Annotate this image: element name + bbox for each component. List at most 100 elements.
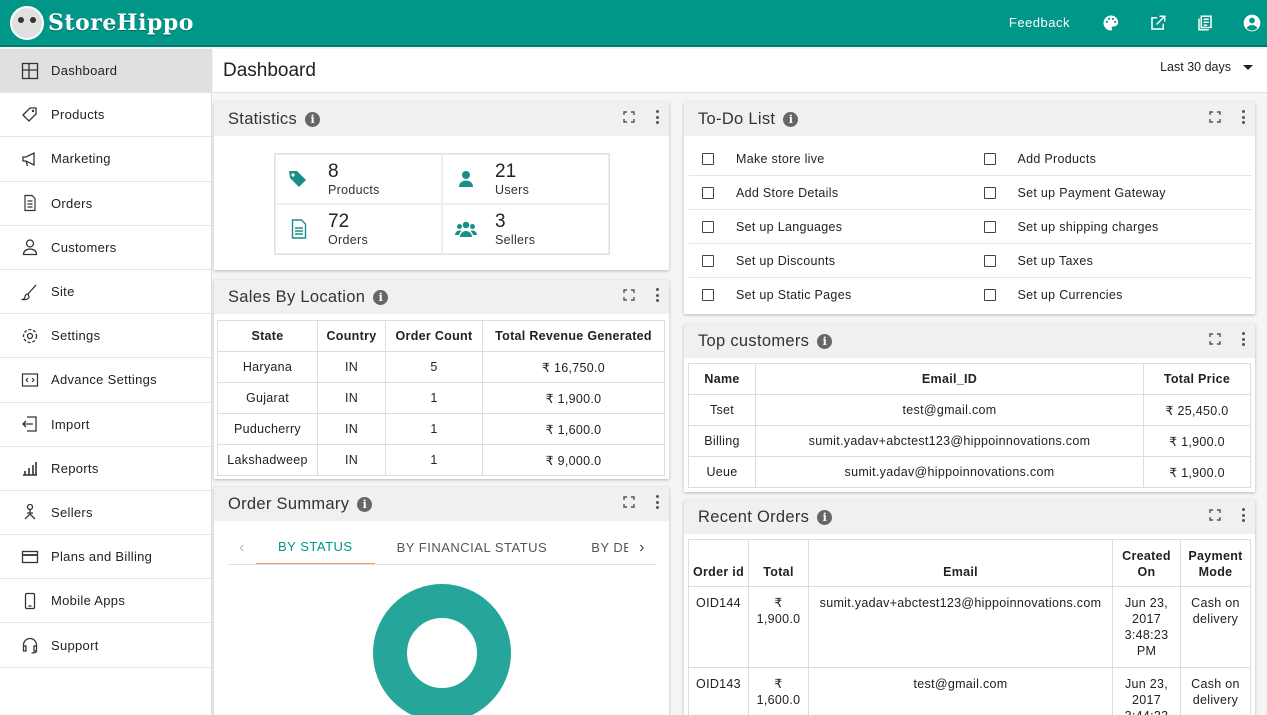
todo-item[interactable]: Set up Currencies — [971, 278, 1253, 312]
checkbox[interactable] — [983, 152, 996, 165]
sidebar-item-reports[interactable]: Reports — [0, 447, 211, 491]
docs-icon[interactable] — [1194, 12, 1216, 34]
todo-item[interactable]: Set up Taxes — [970, 244, 1252, 278]
todo-item[interactable]: Set up Static Pages — [689, 278, 971, 312]
table-row[interactable]: Tset test@gmail.com ₹ 25,450.0 — [688, 394, 1251, 426]
sidebar-item-marketing[interactable]: Marketing — [0, 137, 211, 182]
sidebar-item-label: Site — [51, 284, 75, 300]
sidebar-item-label: Marketing — [51, 151, 111, 167]
fullscreen-icon[interactable] — [1209, 333, 1221, 345]
table-row[interactable]: OID144 ₹ 1,900.0 sumit.yadav+abctest123@… — [688, 586, 1251, 668]
recent-orders-card: Recent Orders i Order id Total Email Cre… — [684, 500, 1255, 715]
stat-value: 8 — [328, 161, 339, 182]
tab-by-financial-status[interactable]: BY FINANCIAL STATUS — [375, 531, 570, 564]
sidebar-item-dashboard[interactable]: Dashboard — [0, 49, 211, 94]
feedback-link[interactable]: Feedback — [1009, 15, 1070, 30]
stat-sellers[interactable]: 3 Sellers — [442, 204, 609, 254]
checkbox[interactable] — [983, 289, 996, 301]
table-row[interactable]: Ueue sumit.yadav@hippoinnovations.com ₹ 1,… — [688, 456, 1251, 488]
sidebar-item-site[interactable]: Site — [0, 270, 211, 315]
sidebar-item-support[interactable]: Support — [0, 623, 211, 668]
stat-products[interactable]: 8 Products — [275, 154, 442, 204]
more-vert-icon[interactable] — [655, 110, 659, 124]
top-bar: StoreHippo Feedback — [0, 0, 1267, 47]
card-title: Order Summary — [228, 494, 350, 513]
info-icon[interactable]: i — [357, 496, 373, 512]
more-vert-icon[interactable] — [1241, 332, 1245, 346]
sidebar: Dashboard Products Marketing Orders Cust… — [0, 49, 212, 715]
todo-label: Set up Payment Gateway — [1017, 185, 1166, 200]
more-vert-icon[interactable] — [1241, 110, 1245, 124]
info-icon[interactable]: i — [373, 289, 389, 305]
table-cell: Jun 23, 2017 3:48:23 PM — [1112, 586, 1181, 668]
todo-label: Set up shipping charges — [1017, 219, 1159, 234]
checkbox[interactable] — [702, 186, 714, 199]
column-header: Payment Mode — [1180, 539, 1251, 587]
checkbox[interactable] — [702, 289, 714, 301]
info-icon[interactable]: i — [783, 111, 799, 127]
sidebar-item-plans-billing[interactable]: Plans and Billing — [0, 535, 211, 580]
table-cell: ₹ 25,450.0 — [1143, 394, 1251, 426]
info-icon[interactable]: i — [817, 333, 833, 349]
table-cell: test@gmail.com — [808, 667, 1113, 715]
todo-item[interactable]: Set up Languages — [689, 210, 971, 244]
user-icon — [455, 168, 477, 190]
checkbox[interactable] — [983, 186, 996, 199]
fullscreen-icon[interactable] — [1209, 111, 1221, 123]
order-summary-tabs: ‹ BY STATUS BY FINANCIAL STATUS BY DE › — [228, 531, 656, 565]
todo-item[interactable]: Set up shipping charges — [970, 210, 1252, 244]
palette-icon[interactable] — [1100, 12, 1122, 34]
stat-users[interactable]: 21 Users — [442, 154, 609, 204]
todo-item[interactable]: Set up Payment Gateway — [970, 176, 1252, 210]
fullscreen-icon[interactable] — [623, 289, 635, 301]
sidebar-item-advance-settings[interactable]: Advance Settings — [0, 358, 211, 403]
table-row[interactable]: OID143 ₹ 1,600.0 test@gmail.com Jun 23, … — [688, 667, 1251, 715]
recent-orders-table: Order id Total Email Created On Payment … — [688, 539, 1251, 715]
caret-down-icon — [1243, 64, 1253, 70]
sidebar-item-products[interactable]: Products — [0, 93, 211, 138]
checkbox[interactable] — [702, 152, 714, 165]
checkbox[interactable] — [983, 254, 996, 267]
chevron-right-icon[interactable]: › — [628, 538, 656, 557]
table-row[interactable]: Billing sumit.yadav+abctest123@hippoinnov… — [688, 425, 1251, 457]
todo-item[interactable]: Add Store Details — [689, 176, 971, 210]
date-range-select[interactable]: Last 30 days — [1160, 60, 1253, 74]
checkbox[interactable] — [983, 220, 996, 233]
account-icon[interactable] — [1241, 12, 1263, 34]
sidebar-item-label: Reports — [51, 460, 99, 476]
sidebar-item-sellers[interactable]: Sellers — [0, 491, 211, 536]
brand-logo[interactable]: StoreHippo — [10, 5, 194, 40]
column-header: Total Revenue Generated — [482, 320, 665, 352]
checkbox[interactable] — [702, 254, 714, 267]
todo-item[interactable]: Set up Discounts — [689, 244, 971, 278]
todo-label: Add Store Details — [736, 185, 839, 200]
status-donut-chart[interactable] — [373, 584, 511, 715]
table-cell: ₹ 16,750.0 — [482, 351, 665, 383]
table-cell: Gujarat — [217, 382, 318, 414]
todo-item[interactable]: Add Products — [970, 142, 1252, 176]
column-header: Order id — [688, 539, 749, 587]
info-icon[interactable]: i — [305, 111, 321, 127]
todo-item[interactable]: Make store live — [689, 142, 971, 176]
fullscreen-icon[interactable] — [623, 496, 635, 508]
sidebar-item-settings[interactable]: Settings — [0, 314, 211, 359]
sidebar-item-import[interactable]: Import — [0, 403, 211, 447]
table-cell: IN — [317, 382, 386, 414]
fullscreen-icon[interactable] — [1209, 509, 1221, 521]
sidebar-item-mobile-apps[interactable]: Mobile Apps — [0, 579, 211, 624]
more-vert-icon[interactable] — [1241, 508, 1245, 522]
stat-orders[interactable]: 72 Orders — [275, 204, 442, 254]
more-vert-icon[interactable] — [655, 288, 659, 302]
sidebar-item-label: Sellers — [51, 504, 93, 520]
sidebar-item-label: Plans and Billing — [51, 549, 153, 565]
sidebar-item-orders[interactable]: Orders — [0, 182, 211, 226]
chevron-left-icon[interactable]: ‹ — [228, 539, 256, 557]
checkbox[interactable] — [702, 220, 714, 233]
open-external-icon[interactable] — [1147, 12, 1169, 34]
column-header: Total Price — [1143, 363, 1251, 395]
more-vert-icon[interactable] — [655, 495, 659, 509]
info-icon[interactable]: i — [817, 509, 833, 525]
tab-by-status[interactable]: BY STATUS — [256, 531, 375, 564]
sidebar-item-customers[interactable]: Customers — [0, 226, 211, 270]
fullscreen-icon[interactable] — [623, 111, 635, 123]
